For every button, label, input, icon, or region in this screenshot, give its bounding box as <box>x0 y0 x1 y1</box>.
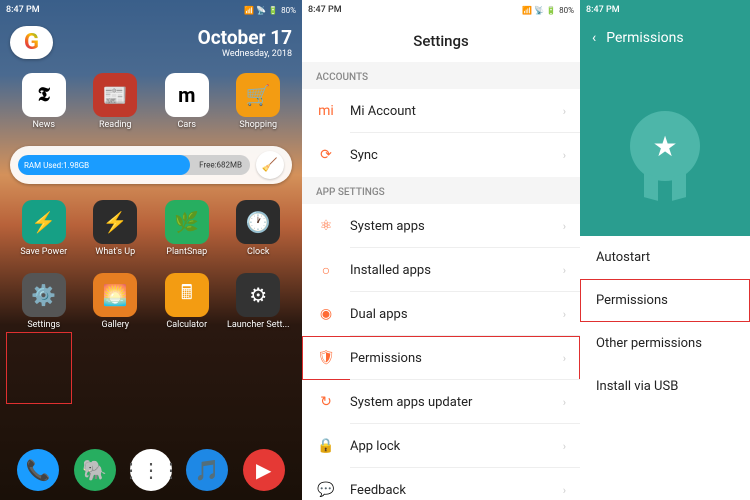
app-launcher[interactable]: ⚙Launcher Sett... <box>225 273 293 330</box>
permissions-highlight <box>302 336 580 380</box>
date-widget[interactable]: October 17 Wednesday, 2018 <box>198 26 292 59</box>
badge-icon: ★ <box>630 111 700 181</box>
other-permissions-item[interactable]: Other permissions <box>580 322 750 365</box>
app-settings[interactable]: ⚙️Settings <box>10 273 78 330</box>
system-apps-updater-item[interactable]: ↻System apps updater› <box>302 380 580 424</box>
google-search-widget[interactable]: G <box>10 26 53 59</box>
status-bar: 8:47 PM <box>580 0 750 20</box>
lock-icon: 🔒 <box>316 436 336 456</box>
home-header: G October 17 Wednesday, 2018 <box>0 20 302 65</box>
mi-icon: mi <box>316 101 336 121</box>
chevron-right-icon: › <box>563 396 566 409</box>
back-icon[interactable]: ‹ <box>592 30 596 46</box>
permissions-item[interactable]: Permissions <box>580 279 750 322</box>
app-reading[interactable]: 📰Reading <box>82 73 150 130</box>
feedback-item[interactable]: 💬Feedback› <box>302 468 580 500</box>
dual-apps-item[interactable]: ◉Dual apps› <box>302 292 580 336</box>
mi-account-item[interactable]: miMi Account› <box>302 89 580 133</box>
chevron-right-icon: › <box>563 440 566 453</box>
chevron-right-icon: › <box>563 220 566 233</box>
status-indicators: 📶 📡 🔋 80% <box>244 6 296 15</box>
feedback-icon: 💬 <box>316 480 336 500</box>
install-usb-item[interactable]: Install via USB <box>580 365 750 408</box>
ram-bar: RAM Used:1.98GB Free:682MB <box>18 155 250 175</box>
chevron-right-icon: › <box>563 105 566 118</box>
app-plantsnap[interactable]: 🌿PlantSnap <box>153 200 221 257</box>
app-lock-item[interactable]: 🔒App lock› <box>302 424 580 468</box>
home-screen: 8:47 PM 📶 📡 🔋 80% G October 17 Wednesday… <box>0 0 302 500</box>
app-gallery[interactable]: 🌅Gallery <box>82 273 150 330</box>
permissions-screen: 8:47 PM ‹ Permissions ★ Autostart Permis… <box>580 0 750 500</box>
sync-item[interactable]: ⟳Sync› <box>302 133 580 177</box>
app-shopping[interactable]: 🛒Shopping <box>225 73 293 130</box>
dock-youtube[interactable]: ▶ <box>243 449 285 494</box>
app-row-2: ⚡Save Power ⚡What's Up 🌿PlantSnap 🕐Clock <box>0 192 302 265</box>
settings-title: Settings <box>302 20 580 62</box>
status-bar: 8:47 PM 📶 📡 🔋 80% <box>0 0 302 20</box>
system-apps-icon: ⚛ <box>316 216 336 236</box>
sync-icon: ⟳ <box>316 145 336 165</box>
clean-button[interactable]: 🧹 <box>256 151 284 179</box>
app-cars[interactable]: mCars <box>153 73 221 130</box>
permissions-header: ‹ Permissions <box>580 20 750 56</box>
chevron-right-icon: › <box>563 264 566 277</box>
permissions-item[interactable]: 🛡Permissions› <box>302 336 580 380</box>
accounts-list: miMi Account› ⟳Sync› <box>302 89 580 177</box>
permissions-list: Autostart Permissions Other permissions … <box>580 236 750 408</box>
app-row-3: ⚙️Settings 🌅Gallery 🖩Calculator ⚙Launche… <box>0 265 302 338</box>
installed-apps-item[interactable]: ○Installed apps› <box>302 248 580 292</box>
settings-screen: 8:47 PM 📶 📡 🔋 80% Settings ACCOUNTS miMi… <box>302 0 580 500</box>
ram-widget[interactable]: RAM Used:1.98GB Free:682MB 🧹 <box>10 146 292 184</box>
app-whatsup[interactable]: ⚡What's Up <box>82 200 150 257</box>
dock: 📞 🐘 ⋮⋮⋮ 🎵 ▶ <box>0 449 302 494</box>
chevron-right-icon: › <box>563 484 566 497</box>
autostart-item[interactable]: Autostart <box>580 236 750 279</box>
dual-apps-icon: ◉ <box>316 304 336 324</box>
app-settings-list: ⚛System apps› ○Installed apps› ◉Dual app… <box>302 204 580 500</box>
installed-apps-icon: ○ <box>316 260 336 280</box>
star-icon: ★ <box>652 130 677 163</box>
permissions-title: Permissions <box>606 30 683 46</box>
status-bar: 8:47 PM 📶 📡 🔋 80% <box>302 0 580 20</box>
app-row-1: 𝕿News 📰Reading mCars 🛒Shopping <box>0 65 302 138</box>
settings-highlight <box>6 332 72 404</box>
permissions-hero: ★ <box>580 56 750 236</box>
app-news[interactable]: 𝕿News <box>10 73 78 130</box>
chevron-right-icon: › <box>563 308 566 321</box>
dock-music[interactable]: 🎵 <box>186 449 228 494</box>
system-apps-item[interactable]: ⚛System apps› <box>302 204 580 248</box>
dock-apps[interactable]: ⋮⋮⋮ <box>130 449 172 494</box>
updater-icon: ↻ <box>316 392 336 412</box>
dock-phone[interactable]: 📞 <box>17 449 59 494</box>
permissions-item-highlight <box>580 279 750 322</box>
section-accounts: ACCOUNTS <box>302 62 580 89</box>
chevron-right-icon: › <box>563 149 566 162</box>
section-app-settings: APP SETTINGS <box>302 177 580 204</box>
app-calculator[interactable]: 🖩Calculator <box>153 273 221 330</box>
app-savepower[interactable]: ⚡Save Power <box>10 200 78 257</box>
dock-evernote[interactable]: 🐘 <box>74 449 116 494</box>
app-clock[interactable]: 🕐Clock <box>225 200 293 257</box>
status-time: 8:47 PM <box>6 5 40 15</box>
